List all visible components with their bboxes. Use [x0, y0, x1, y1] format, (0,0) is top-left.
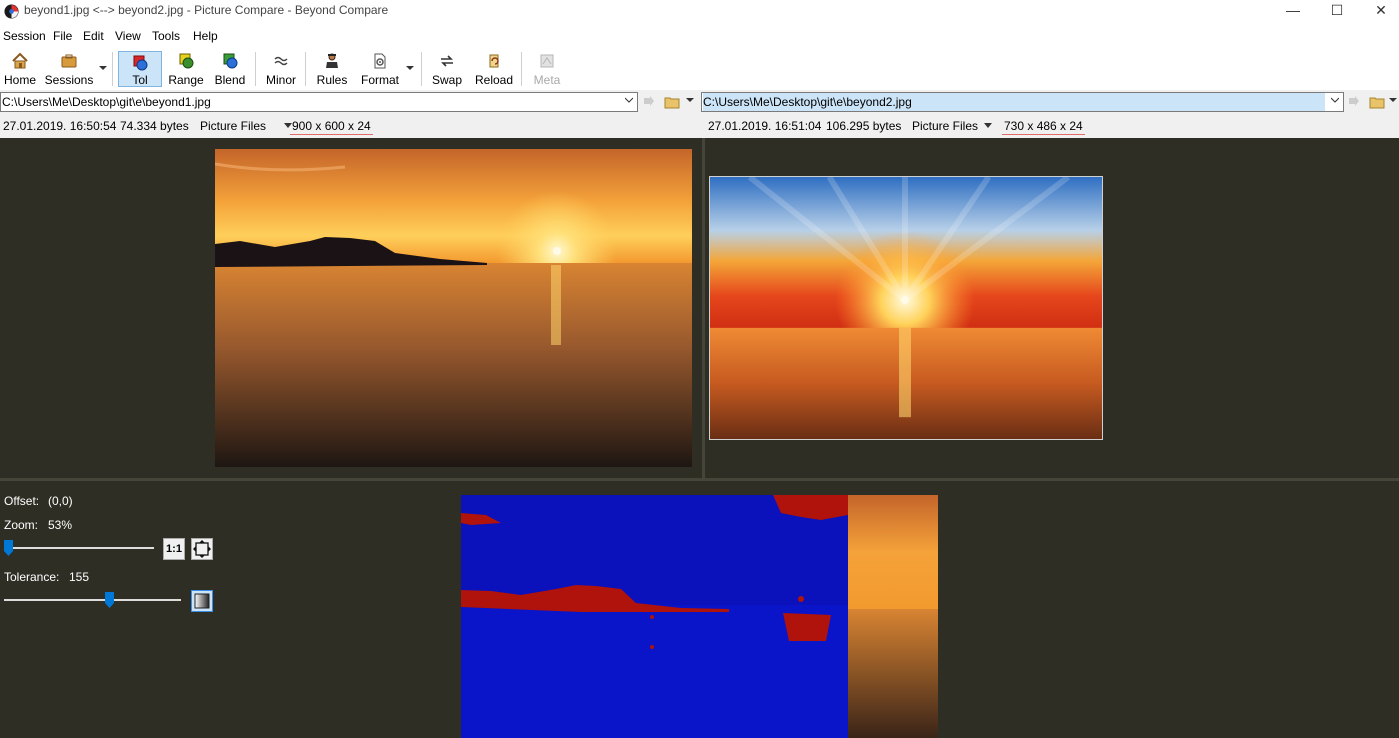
menu-session[interactable]: Session: [3, 29, 46, 43]
meta-icon: [540, 54, 554, 68]
toolbar: [0, 46, 1399, 90]
right-folder-icon[interactable]: [1369, 95, 1385, 109]
format-dropdown-arrow[interactable]: [406, 66, 414, 70]
minor-label: Minor: [265, 73, 296, 87]
offset-value: (0,0): [48, 494, 73, 508]
chevron-down-icon[interactable]: [625, 96, 633, 104]
tolerance-icon: [133, 55, 148, 71]
app-logo-icon: [4, 4, 19, 19]
tolerance-color-button[interactable]: [191, 590, 213, 612]
home-button[interactable]: Home: [2, 50, 38, 90]
right-format-select[interactable]: Picture Files: [912, 119, 978, 133]
menu-edit[interactable]: Edit: [83, 29, 104, 43]
zoom-value: 53%: [48, 518, 73, 532]
zoom-1-to-1-button[interactable]: 1:1: [163, 538, 185, 560]
left-file-size: 74.334 bytes: [120, 119, 189, 133]
format-icon: [374, 53, 386, 69]
toolbar-separator: [305, 52, 306, 86]
chevron-down-icon[interactable]: [984, 123, 992, 129]
left-format-label: Picture Files: [200, 119, 267, 133]
blend-label: Blend: [214, 73, 246, 87]
tolerance-label: Tolerance:: [4, 570, 60, 584]
fit-to-window-icon: [193, 540, 211, 558]
zoom-fit-button[interactable]: [191, 538, 213, 560]
swap-icon: [441, 55, 453, 67]
right-folder-dropdown-icon[interactable]: [1389, 96, 1397, 104]
right-format-label: Picture Files: [912, 119, 979, 133]
reload-button[interactable]: Reload: [473, 50, 515, 90]
maximize-button[interactable]: ☐: [1314, 0, 1360, 24]
left-image-dimensions: 900 x 600 x 24: [290, 119, 373, 135]
chevron-down-icon[interactable]: [1331, 96, 1339, 104]
rules-icon: [326, 53, 338, 68]
close-button[interactable]: ✕: [1358, 0, 1399, 24]
window-title: beyond1.jpg <--> beyond2.jpg - Picture C…: [24, 3, 389, 17]
range-label: Range: [168, 73, 204, 87]
right-image[interactable]: [709, 176, 1103, 440]
menu-help[interactable]: Help: [193, 29, 218, 43]
meta-label: Meta: [533, 73, 561, 87]
sessions-label: Sessions: [44, 73, 94, 87]
difference-image[interactable]: [461, 495, 848, 738]
minor-button[interactable]: Minor: [262, 50, 300, 90]
left-path-input[interactable]: C:\Users\Me\Desktop\git\e\beyond1.jpg: [0, 92, 638, 112]
swap-label: Swap: [431, 73, 463, 87]
tolerance-slider[interactable]: [4, 599, 181, 601]
gradient-swatch-icon: [194, 593, 210, 609]
left-folder-dropdown-icon[interactable]: [686, 96, 694, 104]
right-file-date: 27.01.2019. 16:51:04: [708, 119, 822, 133]
right-path-input[interactable]: C:\Users\Me\Desktop\git\e\beyond2.jpg: [701, 92, 1344, 112]
blend-icon: [223, 53, 238, 69]
sessions-dropdown-arrow[interactable]: [99, 66, 107, 70]
reload-label: Reload: [474, 73, 514, 87]
home-label: Home: [3, 73, 36, 87]
menu-tools[interactable]: Tools: [152, 29, 180, 43]
right-image-dimensions: 730 x 486 x 24: [1002, 119, 1085, 135]
sessions-button[interactable]: Sessions: [44, 50, 94, 90]
blend-mode-button[interactable]: Blend: [212, 50, 248, 90]
rules-label: Rules: [316, 73, 348, 87]
left-image[interactable]: [215, 149, 692, 467]
right-file-size: 106.295 bytes: [826, 119, 902, 133]
tol-label: Tol: [132, 73, 148, 87]
home-icon: [12, 52, 28, 69]
toolbar-separator: [112, 52, 113, 86]
swap-button[interactable]: Swap: [428, 50, 466, 90]
zoom-slider[interactable]: [4, 547, 154, 549]
menu-view[interactable]: View: [115, 29, 141, 43]
range-mode-button[interactable]: Range: [166, 50, 206, 90]
menu-file[interactable]: File: [53, 29, 72, 43]
format-label: Format: [360, 73, 399, 87]
tolerance-value: 155: [69, 570, 90, 584]
tolerance-slider-thumb[interactable]: [104, 592, 114, 608]
format-button[interactable]: Format: [358, 50, 402, 90]
left-next-arrow-icon[interactable]: [642, 95, 656, 109]
meta-button[interactable]: Meta: [528, 50, 566, 90]
left-format-select[interactable]: Picture Files: [200, 119, 266, 133]
left-folder-icon[interactable]: [664, 95, 680, 109]
left-file-date: 27.01.2019. 16:50:54: [3, 119, 117, 133]
zoom-slider-thumb[interactable]: [4, 540, 13, 556]
toolbar-separator: [255, 52, 256, 86]
minor-icon: [274, 56, 288, 66]
toolbar-separator: [421, 52, 422, 86]
right-path-text: C:\Users\Me\Desktop\git\e\beyond2.jpg: [703, 93, 1325, 111]
difference-overflow-image[interactable]: [848, 495, 938, 738]
toolbar-separator: [521, 52, 522, 86]
left-path-text: C:\Users\Me\Desktop\git\e\beyond1.jpg: [2, 95, 211, 109]
rules-button[interactable]: Rules: [313, 50, 351, 90]
reload-icon: [489, 54, 499, 68]
right-next-arrow-icon[interactable]: [1347, 95, 1361, 109]
zoom-label: Zoom:: [4, 518, 39, 532]
vertical-splitter[interactable]: [702, 138, 705, 480]
minimize-button[interactable]: —: [1270, 0, 1316, 24]
offset-label: Offset:: [4, 494, 40, 508]
sessions-icon: [61, 54, 77, 68]
horizontal-splitter[interactable]: [0, 478, 1399, 481]
tolerance-mode-button[interactable]: Tol: [118, 51, 162, 87]
range-icon: [179, 53, 194, 69]
